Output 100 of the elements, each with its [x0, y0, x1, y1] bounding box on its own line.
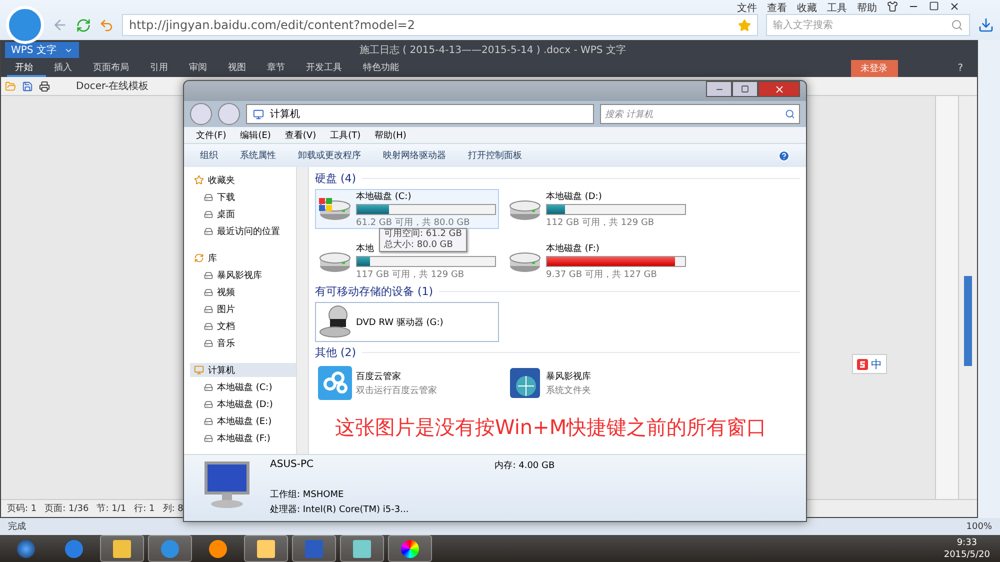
- scrollbar[interactable]: [296, 167, 309, 454]
- status-item: 页面: 1/36: [44, 503, 89, 516]
- search-field[interactable]: 搜索 计算机: [600, 104, 800, 124]
- item-name: 百度云管家: [356, 370, 401, 382]
- toolbar-button[interactable]: 卸载或更改程序: [298, 149, 361, 162]
- drive-tile[interactable]: 暴风影视库 系统文件夹: [505, 363, 689, 403]
- menu-item[interactable]: 文件: [737, 1, 757, 15]
- search-icon[interactable]: [785, 109, 795, 119]
- color-wheel-taskbar-icon[interactable]: [388, 535, 432, 562]
- download-icon[interactable]: [978, 17, 994, 33]
- status-item: 行: 1: [134, 503, 155, 516]
- nav-item[interactable]: 桌面: [190, 207, 296, 221]
- url-text: http://jingyan.baidu.com/edit/content?model=2: [129, 18, 415, 32]
- maximize-icon[interactable]: [929, 1, 939, 11]
- nav-item[interactable]: 本地磁盘 (D:): [190, 397, 296, 411]
- status-item: 页码: 1: [7, 503, 37, 516]
- menu-item[interactable]: 收藏: [797, 1, 817, 15]
- nav-item[interactable]: 本地磁盘 (F:): [190, 431, 296, 445]
- back-button[interactable]: [190, 103, 212, 125]
- computer-icon: [253, 108, 264, 120]
- skin-icon[interactable]: [887, 1, 898, 12]
- close-icon: [774, 84, 784, 94]
- nav-item[interactable]: 本地磁盘 (E:): [190, 414, 296, 428]
- maximize-button[interactable]: [732, 81, 758, 97]
- menu-item[interactable]: 编辑(E): [240, 128, 271, 142]
- window-title: 施工日志 ( 2015-4-13——2015-5-14 ) .docx - WPS 文字: [359, 44, 626, 57]
- item-name: 本地磁盘 (C:): [356, 190, 412, 202]
- item-info: 112 GB 可用，共 129 GB: [546, 216, 656, 228]
- tooltip-text: 可用空间: 61.2 GB: [384, 229, 462, 240]
- ribbon-tab[interactable]: 插入: [46, 59, 85, 77]
- item-name: 本地磁盘 (D:): [546, 190, 602, 202]
- address-bar[interactable]: 计算机: [246, 104, 594, 124]
- menu-item[interactable]: 文件(F): [196, 128, 226, 142]
- save-icon[interactable]: [22, 80, 33, 92]
- ribbon-tab[interactable]: 开发工具: [298, 59, 355, 77]
- detail-text: 工作组: MSHOME: [270, 488, 345, 501]
- ribbon-tab[interactable]: 审阅: [181, 59, 220, 77]
- nav-item[interactable]: 库: [190, 251, 296, 265]
- forward-button[interactable]: [218, 103, 240, 125]
- nav-item[interactable]: 收藏夹: [190, 173, 296, 187]
- detail-text: 内存: 4.00 GB: [494, 460, 555, 472]
- app-taskbar-icon[interactable]: [340, 535, 384, 562]
- toolbar-button[interactable]: 打开控制面板: [468, 149, 522, 162]
- ime-toolbar[interactable]: 中: [852, 354, 887, 374]
- menu-item[interactable]: 帮助: [857, 1, 877, 15]
- drive-tile[interactable]: 本地磁盘 (D:) 112 GB 可用，共 129 GB: [505, 189, 689, 229]
- drive-icon: [204, 416, 213, 426]
- clock: 9:33 2015/5/20: [944, 536, 991, 560]
- toolbar-button[interactable]: 组织: [200, 149, 218, 162]
- ribbon-tab[interactable]: 章节: [259, 59, 298, 77]
- close-icon[interactable]: [949, 1, 960, 12]
- ribbon-tab[interactable]: 特色功能: [355, 59, 412, 77]
- toolbar-button[interactable]: 系统属性: [240, 149, 276, 162]
- ribbon-tab[interactable]: 引用: [142, 59, 181, 77]
- nav-item[interactable]: 下载: [190, 190, 296, 204]
- nav-item[interactable]: 最近访问的位置: [190, 224, 296, 238]
- search-icon[interactable]: [951, 19, 963, 31]
- drive-icon: [204, 434, 213, 442]
- browser-logo-icon[interactable]: [6, 6, 44, 44]
- address-field[interactable]: http://jingyan.baidu.com/edit/content?model=2: [122, 14, 758, 36]
- menu-item[interactable]: 工具: [827, 1, 847, 15]
- nav-item[interactable]: 文档: [190, 319, 296, 333]
- computer-icon: [194, 365, 204, 375]
- ribbon-tab[interactable]: 页面布局: [85, 59, 142, 77]
- toolbar-button[interactable]: 映射网络驱动器: [383, 149, 446, 162]
- ribbon-tab[interactable]: 视图: [220, 59, 259, 77]
- nav-item[interactable]: 图片: [190, 302, 296, 316]
- dvd-drive-icon: [318, 305, 352, 339]
- nav-item[interactable]: 音乐: [190, 336, 296, 350]
- menu-item[interactable]: 工具(T): [330, 128, 361, 142]
- folder-taskbar-icon[interactable]: [100, 535, 144, 562]
- app-menu-button[interactable]: WPS 文字: [5, 42, 80, 58]
- drive-icon: [204, 400, 213, 408]
- drive-tile[interactable]: 百度云管家 双击运行百度云管家: [315, 363, 499, 403]
- item-name: 暴风影视库: [546, 370, 591, 382]
- status-item: 列: 8: [162, 502, 184, 516]
- zoom-level: 100%: [966, 522, 992, 532]
- item-info: 双击运行百度云管家: [356, 384, 438, 396]
- nav-item[interactable]: 本地磁盘 (C:): [190, 380, 296, 394]
- drive-tile[interactable]: 本地磁盘 (C:) 61.2 GB 可用，共 80.0 GB: [315, 189, 499, 229]
- drive-tile[interactable]: 本地磁盘 (F:) 9.37 GB 可用，共 127 GB: [505, 241, 689, 281]
- help-button[interactable]: ?: [958, 62, 963, 74]
- scrollbar[interactable]: [958, 96, 977, 500]
- menu-item[interactable]: 查看(V): [284, 128, 316, 142]
- print-icon[interactable]: [39, 80, 50, 92]
- nav-item[interactable]: 计算机: [190, 363, 296, 377]
- menu-item[interactable]: 帮助(H): [374, 128, 406, 142]
- status-text: 完成: [8, 520, 26, 534]
- maximize-icon: [741, 85, 749, 93]
- minimize-button[interactable]: [706, 81, 732, 97]
- nav-item[interactable]: 视频: [190, 285, 296, 299]
- close-button[interactable]: [758, 81, 800, 97]
- drive-tile[interactable]: DVD RW 驱动器 (G:): [315, 302, 499, 342]
- help-icon[interactable]: [778, 150, 790, 162]
- docer-tab[interactable]: Docer-在线模板: [76, 79, 149, 93]
- item-name: DVD RW 驱动器 (G:): [356, 316, 444, 328]
- nav-item[interactable]: 暴风影视库: [190, 268, 296, 282]
- menu-item[interactable]: 查看: [767, 1, 787, 15]
- ime-mode: 中: [871, 356, 882, 372]
- refresh-icon[interactable]: [76, 18, 91, 32]
